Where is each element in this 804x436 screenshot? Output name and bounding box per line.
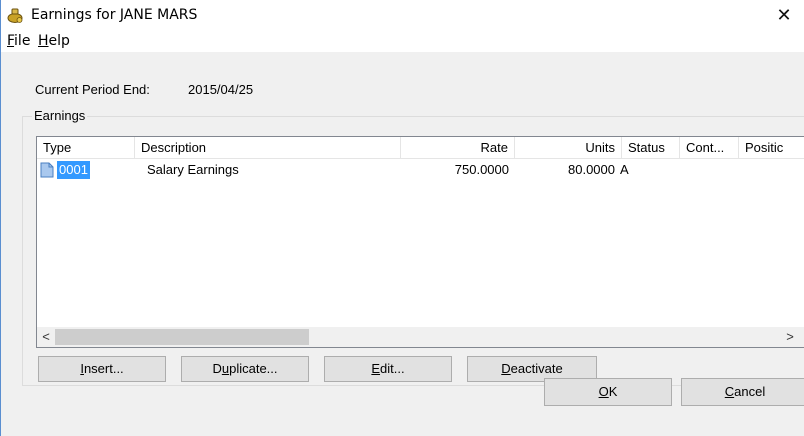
column-header-type[interactable]: Type (37, 137, 135, 159)
window-title: Earnings for JANE MARS (31, 7, 198, 23)
period-end-value: 2015/04/25 (188, 82, 254, 97)
row-units: 80.0000 (568, 162, 615, 177)
horizontal-scrollbar[interactable]: < > (37, 327, 804, 347)
row-description: Salary Earnings (147, 162, 239, 177)
edit-button[interactable]: Edit... (324, 356, 452, 382)
column-header-units[interactable]: Units (515, 137, 622, 159)
scroll-thumb[interactable] (55, 329, 309, 345)
earnings-group-label: Earnings (32, 108, 88, 123)
menu-bar: File Help (1, 30, 804, 52)
close-icon: ✕ (776, 5, 792, 25)
menu-file[interactable]: File (7, 33, 30, 49)
period-end-label: Current Period End: (35, 82, 150, 97)
chevron-right-icon: > (786, 329, 794, 344)
insert-button[interactable]: Insert... (38, 356, 166, 382)
title-bar[interactable]: Earnings for JANE MARS ✕ (1, 0, 804, 30)
menu-help[interactable]: Help (38, 33, 70, 49)
ok-button[interactable]: OK (544, 378, 672, 406)
close-button[interactable]: ✕ (764, 0, 804, 30)
list-header: Type Description Rate Units Status Cont.… (37, 137, 804, 159)
cancel-button[interactable]: Cancel (681, 378, 804, 406)
row-rate: 750.0000 (454, 162, 509, 177)
scroll-left-button[interactable]: < (37, 327, 55, 347)
earnings-list[interactable]: Type Description Rate Units Status Cont.… (36, 136, 804, 348)
row-type: 0001 (57, 161, 90, 179)
chevron-left-icon: < (42, 329, 50, 344)
column-header-position[interactable]: Positic (739, 137, 804, 159)
document-icon (40, 162, 54, 178)
earnings-window: Earnings for JANE MARS ✕ File Help Curre… (0, 0, 804, 436)
column-header-status[interactable]: Status (622, 137, 680, 159)
column-header-cont[interactable]: Cont... (680, 137, 739, 159)
scroll-right-button[interactable]: > (781, 327, 799, 347)
row-status: A (620, 162, 629, 177)
column-header-rate[interactable]: Rate (401, 137, 515, 159)
duplicate-button[interactable]: Duplicate... (181, 356, 309, 382)
column-header-description[interactable]: Description (135, 137, 401, 159)
table-row[interactable]: 0001 Salary Earnings 750.0000 80.0000 A (37, 161, 804, 179)
coin-bag-icon (7, 8, 23, 23)
